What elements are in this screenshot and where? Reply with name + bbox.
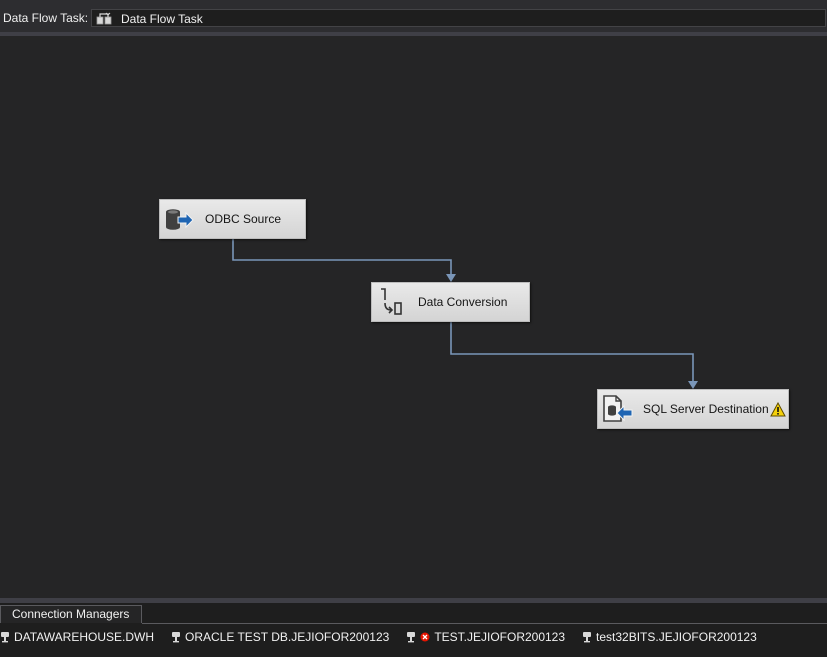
data-conversion-icon	[381, 288, 402, 315]
tab-divider	[142, 623, 827, 624]
connection-manager-item[interactable]: TEST.JEJIOFOR200123	[406, 630, 565, 644]
task-selector[interactable]: Data Flow Task	[91, 9, 826, 27]
data-flow-task-icon	[96, 12, 112, 25]
error-icon	[420, 632, 430, 642]
path-odbc-to-conversion[interactable]	[232, 238, 452, 276]
data-conversion-component[interactable]: Data Conversion	[371, 282, 530, 322]
task-label: Data Flow Task:	[3, 11, 89, 25]
connection-managers-panel: Connection Managers DATAWAREHOUSE.DWH OR…	[0, 603, 827, 657]
path-arrowhead-destination	[688, 381, 698, 389]
connection-plug-icon	[583, 632, 592, 643]
task-selector-value: Data Flow Task	[121, 12, 203, 26]
design-canvas[interactable]: ODBC Source Data Conversion SQL Server D…	[0, 36, 827, 598]
sql-destination-icon	[603, 395, 633, 422]
path-conversion-to-destination[interactable]	[450, 322, 694, 382]
connection-manager-name: TEST.JEJIOFOR200123	[434, 630, 566, 644]
connection-manager-list: DATAWAREHOUSE.DWH ORACLE TEST DB.JEJIOFO…	[0, 628, 774, 646]
tab-connection-managers[interactable]: Connection Managers	[0, 605, 142, 623]
component-label: Data Conversion	[418, 295, 508, 309]
component-label: ODBC Source	[205, 212, 282, 226]
data-flow-designer: Data Flow Task: Data Flow Task ODBC Sour…	[0, 0, 827, 657]
connection-manager-name: ORACLE TEST DB.JEJIOFOR200123	[185, 630, 390, 644]
sql-server-destination-component[interactable]: SQL Server Destination	[597, 389, 789, 429]
odbc-source-component[interactable]: ODBC Source	[159, 199, 306, 239]
connection-manager-item[interactable]: DATAWAREHOUSE.DWH	[0, 630, 154, 644]
connection-plug-icon	[407, 632, 416, 643]
connection-plug-icon	[1, 632, 9, 643]
connection-manager-item[interactable]: test32BITS.JEJIOFOR200123	[582, 630, 757, 644]
connection-manager-item[interactable]: ORACLE TEST DB.JEJIOFOR200123	[171, 630, 389, 644]
connection-manager-name: test32BITS.JEJIOFOR200123	[596, 630, 757, 644]
warning-icon[interactable]	[770, 402, 786, 417]
component-label: SQL Server Destination	[643, 402, 769, 416]
connection-manager-name: DATAWAREHOUSE.DWH	[14, 630, 154, 644]
odbc-source-icon	[166, 209, 194, 230]
task-bar: Data Flow Task: Data Flow Task	[0, 0, 827, 34]
path-arrowhead-conversion	[446, 274, 456, 282]
connection-plug-icon	[172, 632, 180, 643]
